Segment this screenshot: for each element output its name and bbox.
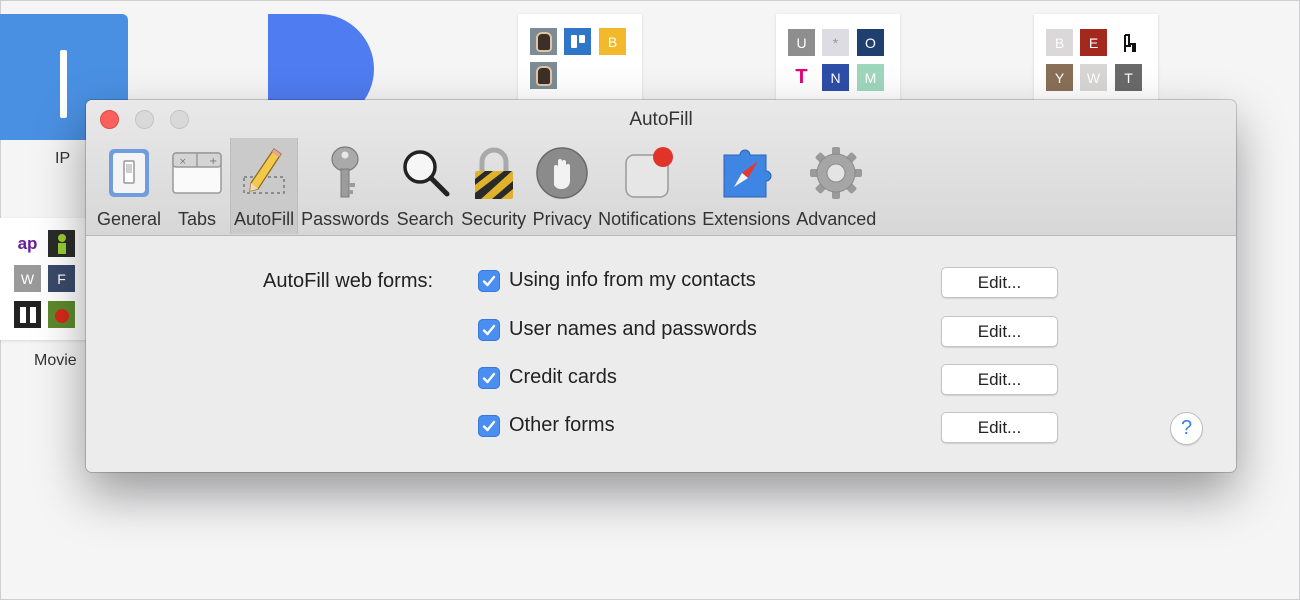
- letter-w-icon: W: [1080, 64, 1107, 91]
- edit-contacts-button[interactable]: Edit...: [941, 267, 1058, 298]
- toolbar-tabs[interactable]: × + Tabs: [164, 138, 230, 234]
- puzzle-compass-icon: [716, 144, 776, 202]
- figure-icon: [48, 230, 75, 257]
- preferences-toolbar: General × + Tabs AutoFill Passwords Sear…: [94, 138, 879, 234]
- letter-o-icon: O: [857, 29, 884, 56]
- option-credit-cards[interactable]: Credit cards: [478, 366, 617, 389]
- letter-m-icon: M: [857, 64, 884, 91]
- option-other-forms-label: Other forms: [509, 414, 615, 436]
- toolbar-passwords-label: Passwords: [301, 209, 390, 229]
- t-mobile-icon: T: [788, 64, 815, 91]
- window-title: AutoFill: [629, 109, 693, 130]
- toolbar-advanced-label: Advanced: [796, 209, 877, 229]
- toolbar-general-label: General: [97, 209, 162, 229]
- svg-text:+: +: [209, 156, 217, 167]
- option-contacts-label: Using info from my contacts: [509, 269, 756, 291]
- svg-text:×: ×: [179, 157, 187, 167]
- toolbar-extensions[interactable]: Extensions: [699, 138, 793, 234]
- magnifier-icon: [395, 144, 455, 202]
- toolbar-privacy[interactable]: Privacy: [529, 138, 595, 234]
- favorite-movie-folder-tile[interactable]: ap W F: [0, 218, 92, 340]
- tabs-icon: × +: [167, 144, 227, 202]
- ip-logo-bar: [60, 50, 67, 118]
- avatar-icon: [530, 62, 557, 89]
- toolbar-autofill-label: AutoFill: [234, 209, 295, 229]
- letter-n-icon: N: [822, 64, 849, 91]
- option-user-names-passwords[interactable]: User names and passwords: [478, 318, 757, 341]
- help-button[interactable]: ?: [1170, 412, 1203, 445]
- toolbar-privacy-label: Privacy: [532, 209, 592, 229]
- toolbar-notifications[interactable]: Notifications: [595, 138, 699, 234]
- toolbar-search-label: Search: [396, 209, 454, 229]
- film-logo-icon: F: [48, 265, 75, 292]
- toolbar-autofill[interactable]: AutoFill: [230, 138, 299, 234]
- padlock-icon: [464, 144, 524, 202]
- autofill-web-forms-label: AutoFill web forms:: [263, 270, 434, 292]
- edit-credit-cards-button[interactable]: Edit...: [941, 364, 1058, 395]
- pencil-icon: [234, 144, 294, 202]
- toolbar-notifications-label: Notifications: [598, 209, 697, 229]
- toolbar-tabs-label: Tabs: [178, 209, 217, 229]
- letter-b-icon: B: [1046, 29, 1073, 56]
- letter-w-icon: W: [14, 265, 41, 292]
- toolbar-general[interactable]: General: [94, 138, 164, 234]
- toolbar-advanced[interactable]: Advanced: [793, 138, 879, 234]
- toolbar-extensions-label: Extensions: [702, 209, 791, 229]
- notification-badge-icon: [617, 144, 677, 202]
- window-titlebar: AutoFill General × + Tabs AutoFill Passw…: [86, 100, 1236, 236]
- favorite-folder-tile-3[interactable]: B E Y W T: [1034, 14, 1158, 104]
- hand-icon: [532, 144, 592, 202]
- toolbar-security[interactable]: Security: [458, 138, 529, 234]
- letter-y-icon: Y: [1046, 64, 1073, 91]
- general-switch-icon: [99, 144, 159, 202]
- toolbar-search[interactable]: Search: [392, 138, 458, 234]
- favorite-movie-caption: Movie: [34, 352, 77, 369]
- option-user-names-passwords-label: User names and passwords: [509, 318, 757, 340]
- checkbox-other-forms[interactable]: [478, 414, 500, 437]
- checkbox-user-names-passwords[interactable]: [478, 318, 500, 341]
- key-icon: [315, 144, 375, 202]
- checkbox-contacts[interactable]: [478, 269, 500, 292]
- autofill-preferences-window: AutoFill General × + Tabs AutoFill Passw…: [86, 100, 1236, 472]
- toolbar-passwords[interactable]: Passwords: [298, 138, 392, 234]
- avatar-icon: [530, 28, 557, 55]
- checkbox-credit-cards[interactable]: [478, 366, 500, 389]
- chair-icon: [1115, 29, 1142, 56]
- option-credit-cards-label: Credit cards: [509, 366, 617, 388]
- edit-other-forms-button[interactable]: Edit...: [941, 412, 1058, 443]
- ap-logo-icon: ap: [14, 230, 41, 257]
- option-contacts[interactable]: Using info from my contacts: [478, 269, 756, 292]
- favorite-ip-caption: IP: [55, 150, 71, 167]
- gear-icon: [806, 144, 866, 202]
- letter-t-icon: T: [1115, 64, 1142, 91]
- letter-e-icon: E: [1080, 29, 1107, 56]
- favorite-folder-tile-1[interactable]: B: [518, 14, 642, 104]
- film-strip-icon: [14, 301, 41, 328]
- trello-icon: [564, 28, 591, 55]
- letter-b-icon: B: [599, 28, 626, 55]
- tile-star-icon: *: [822, 29, 849, 56]
- edit-passwords-button[interactable]: Edit...: [941, 316, 1058, 347]
- tomato-icon: [48, 301, 75, 328]
- option-other-forms[interactable]: Other forms: [478, 414, 615, 437]
- letter-u-icon: U: [788, 29, 815, 56]
- toolbar-security-label: Security: [461, 209, 527, 229]
- favorite-folder-tile-2[interactable]: U * O T N M: [776, 14, 900, 104]
